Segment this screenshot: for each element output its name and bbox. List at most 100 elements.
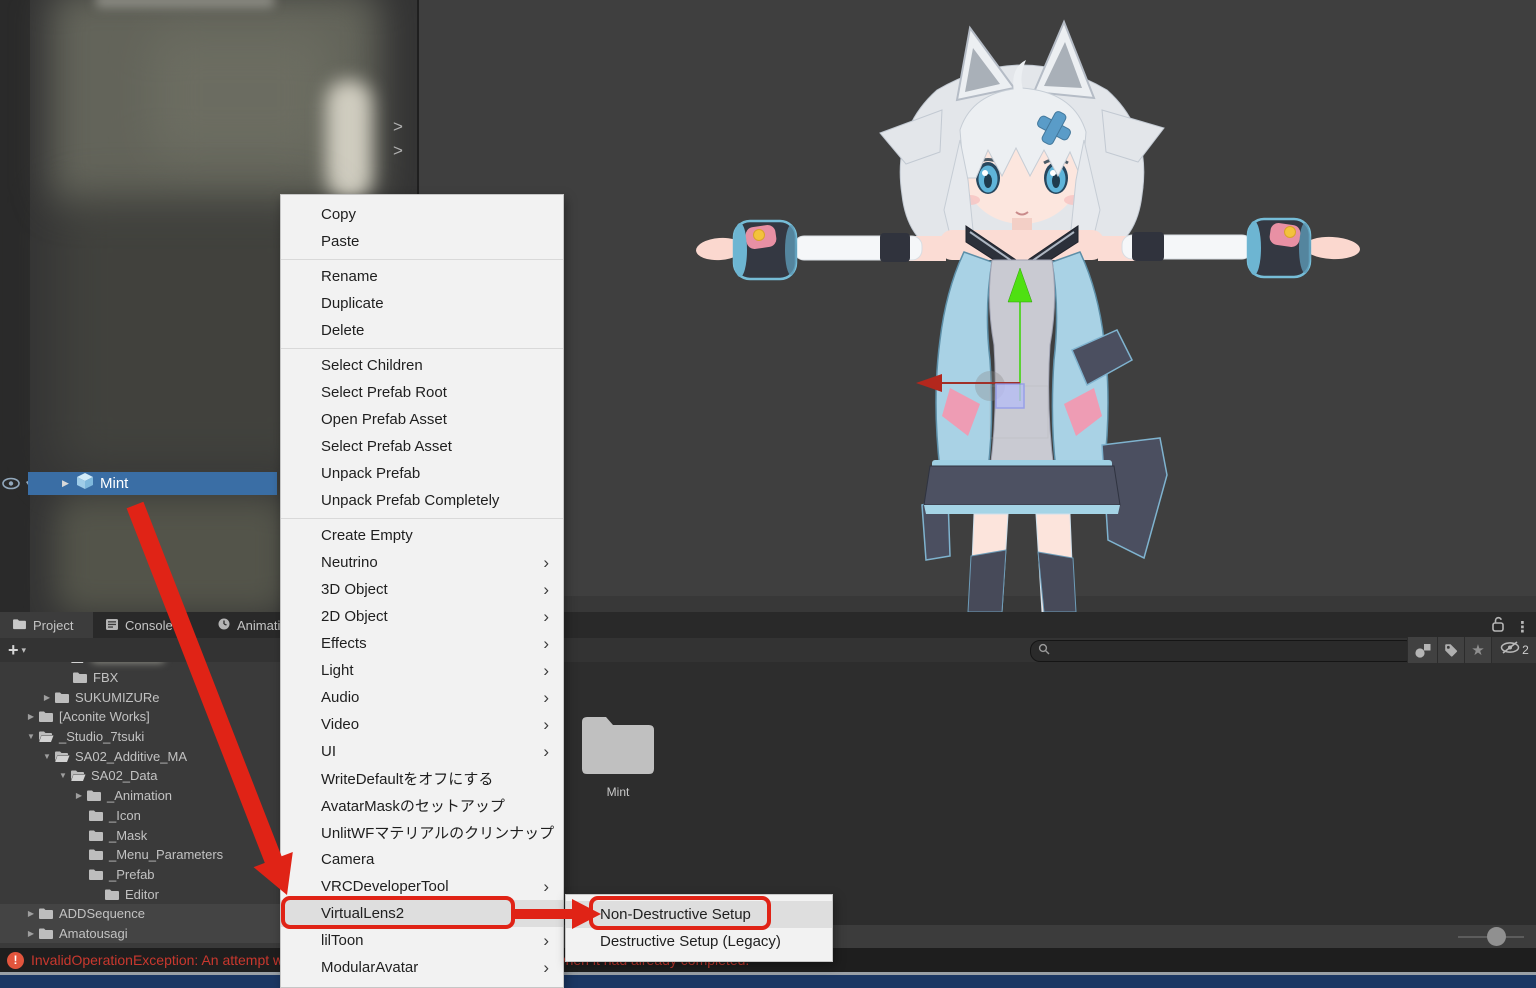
kebab-menu-icon[interactable]: ⋮ [1515,618,1530,636]
tab-label: Console [125,618,173,633]
chevron-right-icon[interactable]: > [393,118,403,135]
expander-icon[interactable]: ▶ [62,478,76,489]
menu-item-create-empty[interactable]: Create Empty [281,522,563,549]
menu-item-open-prefab-asset[interactable]: Open Prefab Asset [281,406,563,433]
menu-item-delete[interactable]: Delete [281,317,563,344]
lock-icon[interactable] [1491,616,1505,637]
menu-item-rename[interactable]: Rename [281,263,563,290]
expander-closed-icon[interactable]: ▶ [40,693,54,702]
menu-item-label: 3D Object [321,581,388,598]
menu-item-ui[interactable]: UI› [281,738,563,765]
tree-row-label: SA02_Data [91,768,158,783]
hidden-objects-toggle[interactable]: 2 [1491,637,1536,663]
menu-item-label: Select Prefab Root [321,384,447,401]
favorite-star-button[interactable]: ★ [1464,637,1491,663]
tab-project[interactable]: Project [0,612,93,638]
menu-item-paste[interactable]: Paste [281,228,563,255]
menu-item-label: Video [321,716,359,733]
chevron-right-icon[interactable]: > [393,142,403,159]
tree-row-sukumizure[interactable]: ▶SUKUMIZURe [0,687,283,707]
tree-row-addsequence[interactable]: ▶ADDSequence [0,904,283,924]
tree-row-sa02-additive-ma[interactable]: ▼SA02_Additive_MA [0,746,283,766]
submenu-item-non-destructive-setup[interactable]: Non-Destructive Setup [566,901,832,928]
menu-item-label: Light [321,662,354,679]
menu-item-2d-object[interactable]: 2D Object› [281,603,563,630]
menu-item-effects[interactable]: Effects› [281,630,563,657]
tree-row-aconite-works[interactable]: ▶[Aconite Works] [0,707,283,727]
blurred-content [55,495,290,612]
expander-closed-icon[interactable]: ▶ [24,929,38,938]
search-icon [1038,642,1050,660]
menu-item-light[interactable]: Light› [281,657,563,684]
menu-item-duplicate[interactable]: Duplicate [281,290,563,317]
error-icon: ! [7,952,24,969]
expander-closed-icon[interactable]: ▶ [24,712,38,721]
menu-item-unpack-prefab-completely[interactable]: Unpack Prefab Completely [281,487,563,514]
menu-item-select-prefab-root[interactable]: Select Prefab Root [281,379,563,406]
search-input[interactable] [1030,640,1415,662]
tree-row-studio-7tsuki[interactable]: ▼_Studio_7tsuki [0,727,283,747]
scene-view[interactable] [419,0,1536,612]
visibility-eye-icon[interactable] [2,475,20,497]
tree-row-label: FBX [93,670,118,685]
submenu-arrow-icon: › [543,905,549,922]
tab-console[interactable]: Console [93,612,203,638]
filter-by-type-button[interactable] [1407,637,1437,663]
menu-item-label: Copy [321,206,356,223]
tree-row-amatousagi[interactable]: ▶Amatousagi [0,924,283,944]
hierarchy-visibility-gutter [0,0,30,612]
zoom-slider-knob[interactable] [1487,927,1506,946]
menu-item-avatarmask[interactable]: AvatarMaskのセットアップ [281,792,563,819]
submenu-arrow-icon: › [543,554,549,571]
filter-by-label-tag-button[interactable] [1437,637,1464,663]
expander-open-icon[interactable]: ▼ [24,732,38,741]
create-asset-button[interactable]: + [8,641,19,659]
menu-item-3d-object[interactable]: 3D Object› [281,576,563,603]
menu-item-unlitwf[interactable]: UnlitWFマテリアルのクリンナップ [281,819,563,846]
tree-row-mask[interactable]: _Mask [0,825,283,845]
menu-item-video[interactable]: Video › [281,711,563,738]
folder-icon-large [578,763,658,780]
expander-open-icon[interactable]: ▼ [56,771,70,780]
hierarchy-item-label: Mint [100,475,128,492]
tree-row-menu-parameters[interactable]: _Menu_Parameters [0,845,283,865]
submenu-arrow-icon: › [543,716,549,733]
submenu-arrow-icon: › [543,608,549,625]
dropdown-arrow-icon[interactable]: ▾ [22,645,27,656]
asset-tile-mint[interactable]: Mint [575,712,661,799]
tree-row-sa02-data[interactable]: ▼ SA02_Data [0,766,283,786]
expander-closed-icon[interactable]: ▶ [24,909,38,918]
menu-item-vrcdevelopertool[interactable]: VRCDeveloperTool› [281,873,563,900]
folder-icon [38,927,56,940]
tree-row-icon[interactable]: _Icon [0,806,283,826]
menu-item-select-prefab-asset[interactable]: Select Prefab Asset [281,433,563,460]
hierarchy-row-mint[interactable]: ▶ Mint [28,472,277,495]
star-icon: ★ [1471,641,1484,659]
tree-row-prefab[interactable]: _Prefab [0,865,283,885]
project-folder-tree[interactable]: ▼ FBX ▶SUKUMIZURe▶[Aconite Works]▼_Studio_… [0,662,283,948]
project-toolbar: + ▾ ★ 2 [0,638,1536,662]
expander-open-icon[interactable]: ▼ [40,752,54,761]
folder-icon [88,868,106,881]
menu-item-liltoon[interactable]: lilToon› [281,927,563,954]
menu-item-label: lilToon [321,932,364,949]
menu-item-copy[interactable]: Copy [281,201,563,228]
tree-row-fbx[interactable]: FBX [0,668,283,688]
tree-row-editor[interactable]: Editor [0,884,283,904]
menu-item-unpack-prefab[interactable]: Unpack Prefab [281,460,563,487]
tree-row-label: _Prefab [109,867,155,882]
expander-closed-icon[interactable]: ▶ [72,791,86,800]
tree-row-animation[interactable]: ▶_Animation [0,786,283,806]
menu-item-label: Audio [321,689,359,706]
menu-item-camera[interactable]: Camera [281,846,563,873]
menu-item-label: VirtualLens2 [321,905,404,922]
menu-item-virtuallens2[interactable]: VirtualLens2 › [281,900,563,927]
folder-open-icon [70,662,88,664]
submenu-item-destructive-setup-legacy[interactable]: Destructive Setup (Legacy) [566,928,832,955]
menu-item-neutrino[interactable]: Neutrino› [281,549,563,576]
menu-item-modularavatar[interactable]: ModularAvatar› [281,954,563,981]
menu-item-audio[interactable]: Audio› [281,684,563,711]
menu-item-select-children[interactable]: Select Children [281,352,563,379]
menu-item-writedefault[interactable]: WriteDefaultをオフにする [281,765,563,792]
bottom-panel-tabbar: Project Console Animation ⋮ [0,612,1536,638]
